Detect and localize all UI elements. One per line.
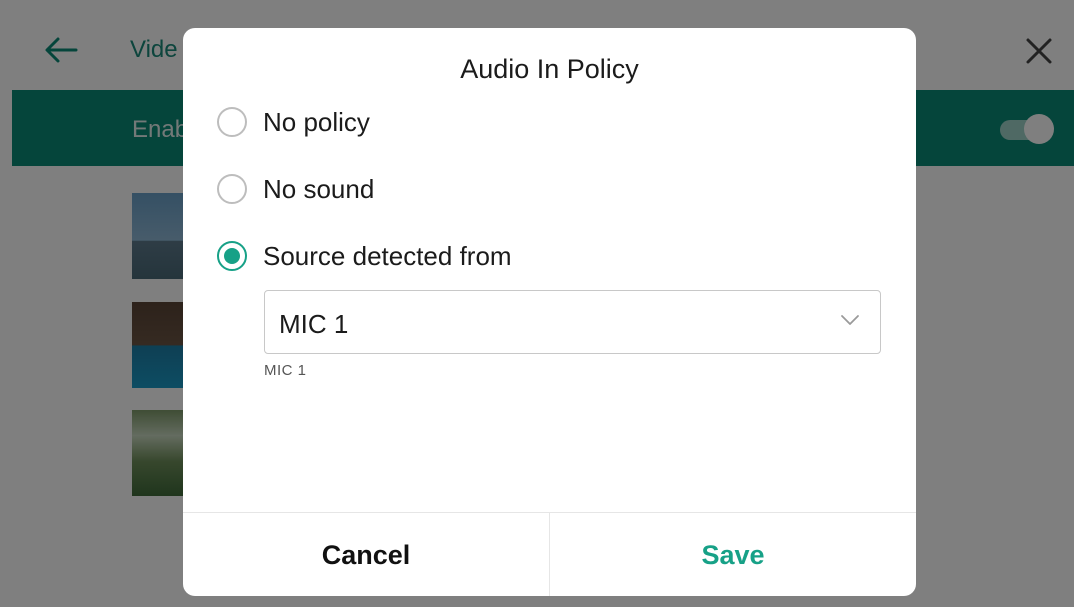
- option-source-detected-from[interactable]: Source detected from: [217, 238, 512, 274]
- chevron-down-icon: [841, 315, 859, 325]
- option-no-sound[interactable]: No sound: [217, 171, 374, 207]
- cancel-button[interactable]: Cancel: [183, 513, 550, 596]
- option-label: Source detected from: [263, 240, 512, 271]
- select-value: MIC 1: [279, 309, 349, 339]
- option-label: No sound: [263, 173, 375, 204]
- radio-button[interactable]: [217, 174, 247, 204]
- dialog-footer: Cancel Save: [183, 512, 916, 596]
- select-helper-text: MIC 1: [264, 362, 307, 379]
- dialog-title: Audio In Policy: [460, 54, 639, 84]
- radio-button[interactable]: [217, 107, 247, 137]
- audio-in-policy-dialog: Audio In Policy No policy No sound Sourc…: [183, 28, 916, 596]
- option-no-policy[interactable]: No policy: [217, 104, 370, 140]
- option-label: No policy: [263, 106, 370, 137]
- radio-button-selected[interactable]: [217, 241, 247, 271]
- save-button[interactable]: Save: [550, 513, 916, 596]
- source-select[interactable]: MIC 1: [264, 290, 881, 354]
